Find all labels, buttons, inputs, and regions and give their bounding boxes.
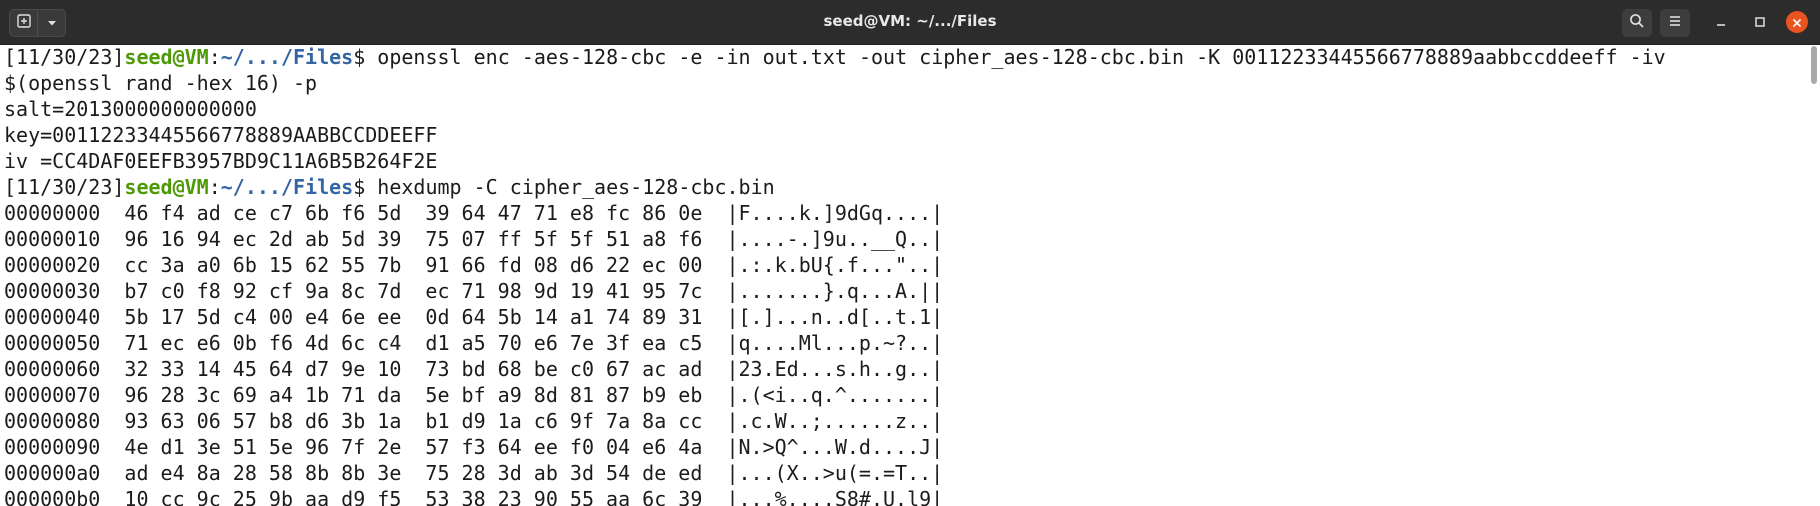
hexdump-line: 00000020 cc 3a a0 6b 15 62 55 7b 91 66 f…	[4, 253, 944, 277]
command-line: [11/30/23]seed@VM:~/.../Files$ openssl e…	[0, 44, 1806, 70]
prompt-path: ~/.../Files	[220, 45, 354, 69]
command-text: hexdump -C cipher_aes-128-cbc.bin	[365, 175, 775, 199]
hexdump-line: 00000060 32 33 14 45 64 d7 9e 10 73 bd 6…	[4, 357, 944, 381]
close-button[interactable]	[1786, 11, 1808, 33]
hexdump-line: 000000b0 10 cc 9c 25 9b aa d9 f5 53 38 2…	[4, 487, 944, 506]
prompt-user: seed@VM	[124, 45, 209, 69]
hexdump-line: 00000080 93 63 06 57 b8 d6 3b 1a b1 d9 1…	[4, 409, 944, 433]
terminal-scrollbar[interactable]	[1811, 46, 1817, 84]
command-line: [11/30/23]seed@VM:~/.../Files$ hexdump -…	[0, 174, 1806, 200]
hexdump-line: 00000000 46 f4 ad ce c7 6b f6 5d 39 64 4…	[4, 201, 944, 225]
command-text: openssl enc -aes-128-cbc -e -in out.txt …	[365, 45, 1666, 69]
hexdump-line: 00000070 96 28 3c 69 a4 1b 71 da 5e bf a…	[4, 383, 944, 407]
prompt-date: [11/30/23]	[4, 45, 125, 69]
hexdump-line: 00000040 5b 17 5d c4 00 e4 6e ee 0d 64 5…	[4, 305, 944, 329]
hamburger-menu-button[interactable]	[1660, 9, 1690, 37]
prompt-dollar: $	[353, 45, 366, 69]
search-icon	[1629, 13, 1645, 33]
terminal-output[interactable]: [11/30/23]seed@VM:~/.../Files$ openssl e…	[0, 44, 1806, 506]
command-continuation: $(openssl rand -hex 16) -p	[4, 71, 318, 95]
prompt-path: ~/.../Files	[220, 175, 354, 199]
minimize-icon	[1715, 13, 1727, 32]
hexdump-line: 00000050 71 ec e6 0b f6 4d 6c c4 d1 a5 7…	[4, 331, 944, 355]
maximize-icon	[1754, 13, 1766, 32]
maximize-button[interactable]	[1749, 11, 1771, 33]
hexdump-line: 00000010 96 16 94 ec 2d ab 5d 39 75 07 f…	[4, 227, 944, 251]
hamburger-menu-icon	[1667, 13, 1683, 33]
hexdump-line: 00000030 b7 c0 f8 92 cf 9a 8c 7d ec 71 9…	[4, 279, 944, 303]
output-line: iv =CC4DAF0EEFB3957BD9C11A6B5B264F2E	[4, 149, 438, 173]
minimize-button[interactable]	[1710, 11, 1732, 33]
output-line: salt=2013000000000000	[4, 97, 257, 121]
hexdump-line: 00000090 4e d1 3e 51 5e 96 7f 2e 57 f3 6…	[4, 435, 944, 459]
search-button[interactable]	[1622, 9, 1652, 37]
hexdump-line: 000000a0 ad e4 8a 28 58 8b 8b 3e 75 28 3…	[4, 461, 944, 485]
close-icon	[1792, 13, 1802, 32]
prompt-colon: :	[208, 175, 221, 199]
title-bar[interactable]: seed@VM: ~/.../Files	[0, 0, 1820, 45]
output-line: key=00112233445566778889AABBCCDDEEFF	[4, 123, 438, 147]
window-title: seed@VM: ~/.../Files	[823, 12, 997, 30]
prompt-dollar: $	[353, 175, 366, 199]
prompt-date: [11/30/23]	[4, 175, 125, 199]
prompt-user: seed@VM	[124, 175, 209, 199]
prompt-colon: :	[208, 45, 221, 69]
